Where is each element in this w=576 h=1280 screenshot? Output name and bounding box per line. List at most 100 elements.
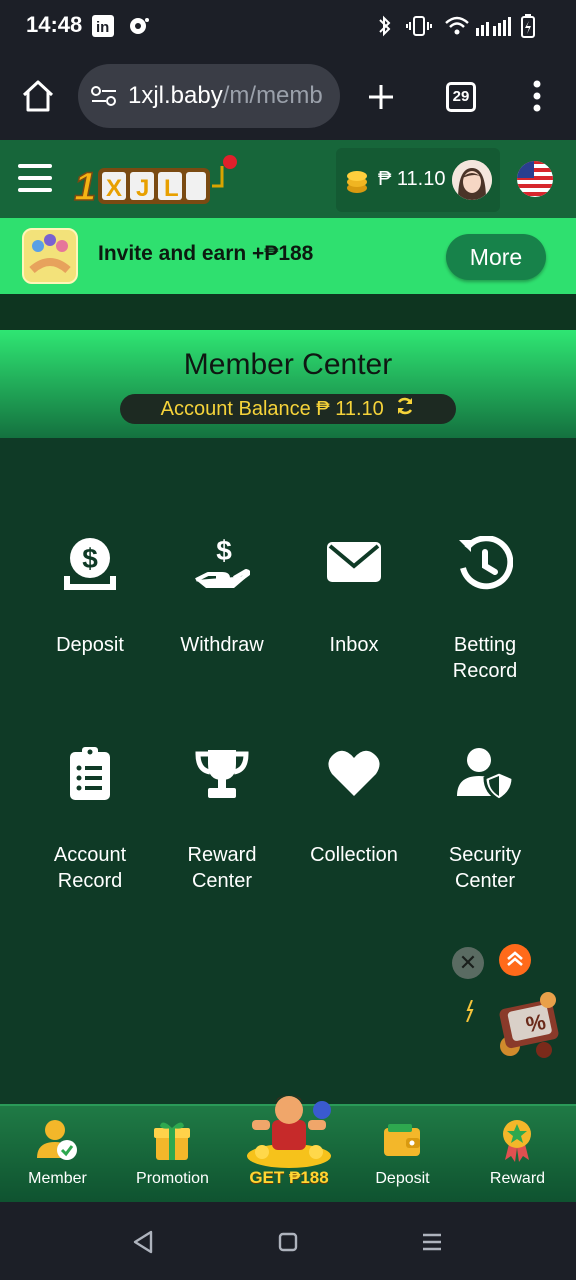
tab-switcher-button[interactable]: 29: [446, 82, 476, 112]
menu-label: Deposit: [56, 634, 124, 656]
menu-security-center[interactable]: Security Center: [420, 746, 550, 892]
menu-label-line: Record: [57, 870, 123, 892]
discount-gift-icon[interactable]: %: [496, 988, 562, 1062]
coin-icon: [346, 168, 368, 199]
menu-deposit[interactable]: $ Deposit: [25, 536, 155, 676]
menu-account-record[interactable]: Account Record: [25, 746, 155, 892]
sparkle-icon: [466, 999, 474, 1027]
nav-label: Member: [28, 1170, 87, 1187]
heart-icon: [326, 746, 382, 802]
site-settings-icon[interactable]: [90, 84, 118, 113]
menu-collection[interactable]: Collection: [289, 746, 419, 886]
notification-icon: [128, 14, 150, 38]
menu-label: Reward Center: [157, 842, 287, 894]
linkedin-icon: in: [92, 14, 114, 38]
header-balance-chip[interactable]: ₱ 11.10: [336, 148, 500, 212]
account-balance-pill[interactable]: Account Balance ₱ 11.10: [120, 394, 456, 424]
trophy-icon: [194, 746, 250, 802]
recents-icon[interactable]: [422, 1232, 442, 1257]
menu-label: Account Record: [25, 842, 155, 894]
nav-label: Promotion: [136, 1170, 209, 1187]
invite-text: Invite and earn +₱188: [98, 242, 314, 265]
deposit-icon: $: [62, 536, 118, 592]
menu-label-line: Center: [454, 870, 516, 892]
withdraw-icon: $: [194, 535, 251, 592]
menu-reward-center[interactable]: Reward Center: [157, 746, 287, 892]
bluetooth-icon: [376, 14, 394, 38]
tab-count: 29: [452, 88, 470, 105]
svg-text:$: $: [216, 536, 232, 566]
history-icon: [457, 535, 514, 592]
menu-label: Collection: [310, 844, 398, 866]
status-time: 14:48: [26, 12, 83, 37]
address-bar[interactable]: 1xjl.baby/m/memb: [78, 64, 340, 128]
more-options-icon[interactable]: [532, 80, 542, 117]
nav-label: GET ₱188: [249, 1168, 329, 1187]
system-navigation-bar: [0, 1202, 576, 1280]
wallet-icon: [382, 1118, 422, 1162]
svg-text:L: L: [164, 175, 179, 202]
menu-label-line: Record: [452, 660, 518, 682]
scroll-top-button[interactable]: [499, 944, 531, 976]
invite-banner[interactable]: Invite and earn +₱188 More: [0, 218, 576, 294]
url-path: /m/memb: [222, 82, 323, 109]
refresh-icon[interactable]: [395, 395, 415, 425]
svg-text:J: J: [136, 175, 149, 202]
header-balance: ₱ 11.10: [378, 168, 446, 190]
menu-label: Security Center: [420, 842, 550, 894]
nav-promotion[interactable]: Promotion: [115, 1106, 230, 1204]
svg-text:$: $: [82, 543, 98, 574]
menu-label: Inbox: [329, 634, 379, 656]
menu-label-line: Betting: [453, 634, 517, 656]
vibrate-icon: [406, 14, 432, 38]
svg-text:in: in: [96, 19, 109, 36]
clipboard-list-icon: [62, 746, 118, 802]
spacer: [0, 294, 576, 332]
nav-deposit[interactable]: Deposit: [345, 1106, 460, 1204]
wifi-icon: [444, 14, 470, 38]
gift-icon: [152, 1118, 192, 1162]
browser-toolbar: 1xjl.baby/m/memb 29: [0, 52, 576, 140]
medal-icon: [497, 1118, 537, 1162]
menu-label-line: Security: [448, 844, 522, 866]
url-text: 1xjl.baby/m/memb: [128, 82, 323, 110]
chevron-up-icon: [505, 949, 525, 974]
member-center-header: Member Center Account Balance ₱ 11.10: [0, 330, 576, 438]
menu-label-line: Center: [191, 870, 253, 892]
battery-icon: [520, 14, 536, 38]
avatar[interactable]: [452, 160, 492, 200]
back-icon[interactable]: [132, 1230, 154, 1259]
site-header: 1 X J L ₱ 11.10: [0, 140, 576, 218]
us-flag-icon[interactable]: [516, 160, 554, 203]
nav-label: Deposit: [375, 1170, 430, 1187]
new-tab-icon[interactable]: [366, 82, 396, 117]
menu-label-line: Reward: [187, 844, 257, 866]
nav-member[interactable]: Member: [0, 1106, 115, 1204]
status-bar: 14:48 in: [0, 0, 576, 52]
nav-get-bonus[interactable]: GET ₱188: [236, 1090, 342, 1194]
home-button-icon[interactable]: [278, 1232, 298, 1257]
svg-text:1: 1: [74, 165, 96, 209]
close-float-button[interactable]: ✕: [452, 947, 484, 979]
menu-label: Betting Record: [420, 632, 550, 684]
menu-betting-record[interactable]: Betting Record: [420, 535, 550, 682]
home-icon[interactable]: [20, 78, 56, 119]
svg-text:X: X: [106, 175, 122, 202]
menu-withdraw[interactable]: $ Withdraw: [157, 535, 287, 676]
menu-inbox[interactable]: Inbox: [289, 536, 419, 676]
nav-reward[interactable]: Reward: [460, 1106, 575, 1204]
bonus-character-icon: [242, 1090, 336, 1175]
signal-icon: [474, 14, 514, 38]
close-icon: ✕: [458, 950, 478, 975]
page-title: Member Center: [183, 348, 393, 381]
menu-label: Withdraw: [180, 634, 264, 656]
menu-label-line: Account: [53, 844, 127, 866]
hamburger-menu-icon[interactable]: [18, 162, 52, 199]
user-shield-icon: [457, 746, 515, 802]
url-host: 1xjl.baby: [128, 82, 223, 109]
more-button[interactable]: More: [446, 234, 546, 280]
member-icon: [37, 1118, 77, 1162]
invite-friends-icon: [22, 228, 78, 284]
site-logo[interactable]: 1 X J L: [72, 154, 240, 210]
account-balance-text: Account Balance ₱ 11.10: [160, 398, 384, 420]
